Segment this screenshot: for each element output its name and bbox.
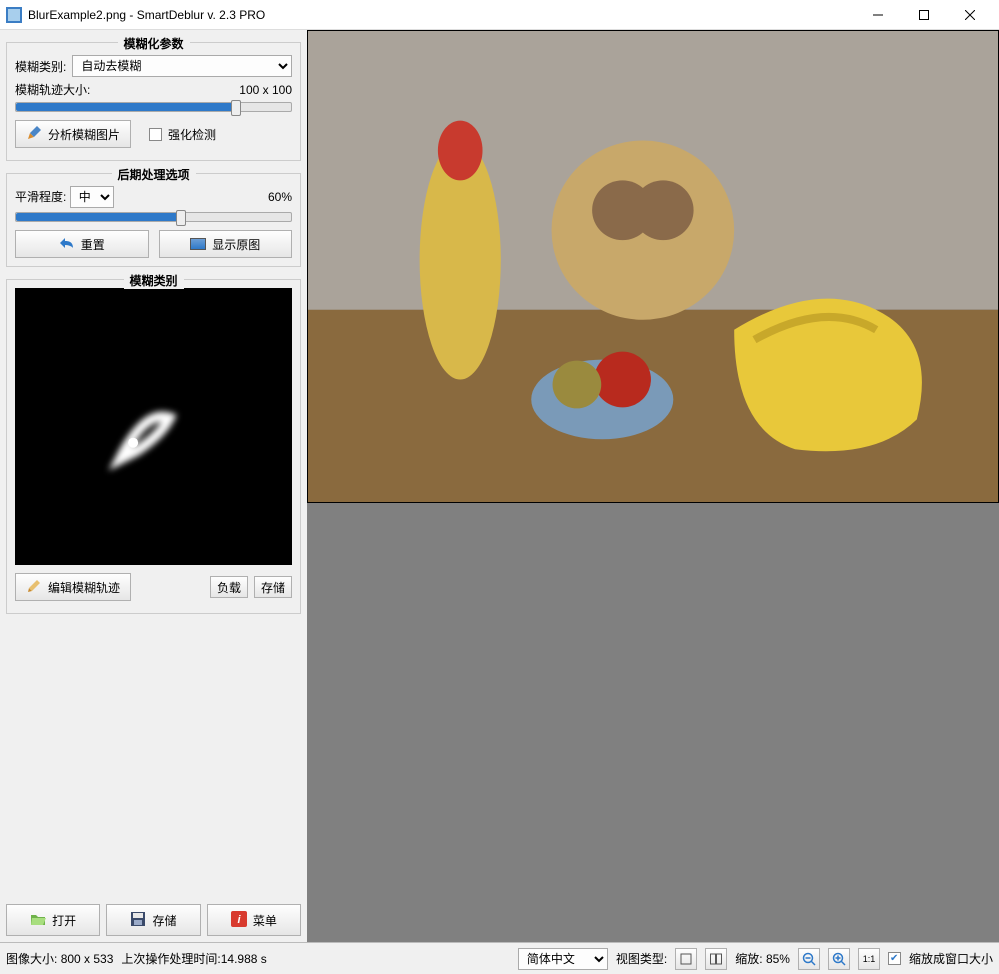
zoom-in-button[interactable] [828,948,850,970]
smooth-value: 60% [268,190,292,204]
reset-button[interactable]: 重置 [15,230,149,258]
blur-type-select[interactable]: 自动去模糊 [72,55,292,77]
smooth-label: 平滑程度: [15,190,66,204]
zoom-label: 缩放: 85% [735,950,790,967]
smooth-slider[interactable] [15,212,292,222]
image-size: 图像大小: 800 x 533 [6,950,113,967]
info-icon: i [231,911,247,930]
panel-title: 模糊类别 [123,272,183,289]
image-icon [190,238,206,250]
analyze-icon [26,125,42,144]
view-type-label: 视图类型: [616,950,667,967]
blur-size-value: 100 x 100 [239,83,292,97]
close-button[interactable] [947,0,993,30]
save-kernel-button[interactable]: 存储 [254,576,292,598]
undo-icon [59,235,75,254]
panel-title: 后期处理选项 [111,166,195,183]
minimize-button[interactable] [855,0,901,30]
statusbar: 图像大小: 800 x 533 上次操作处理时间:14.988 s 简体中文 视… [0,942,999,974]
kernel-panel: 模糊类别 编辑模糊轨迹 负载 存储 [6,279,301,614]
fit-window-label: 缩放成窗口大小 [909,950,993,967]
view-type-split[interactable] [705,948,727,970]
floppy-icon [130,911,146,930]
titlebar: BlurExample2.png - SmartDeblur v. 2.3 PR… [0,0,999,30]
post-process-panel: 后期处理选项 平滑程度: 中 60% 重置 [6,173,301,267]
view-type-single[interactable] [675,948,697,970]
last-op-time: 上次操作处理时间:14.988 s [121,950,266,967]
maximize-button[interactable] [901,0,947,30]
language-select[interactable]: 简体中文 [518,948,608,970]
kernel-preview [15,288,292,565]
panel-title: 模糊化参数 [117,35,189,52]
open-button[interactable]: 打开 [6,904,100,936]
blur-size-slider[interactable] [15,102,292,112]
sidebar: 模糊化参数 模糊类别: 自动去模糊 模糊轨迹大小: 100 x 100 [0,30,307,942]
blur-type-label: 模糊类别: [15,58,66,75]
menu-button[interactable]: i 菜单 [207,904,301,936]
app-icon [6,7,22,23]
blur-params-panel: 模糊化参数 模糊类别: 自动去模糊 模糊轨迹大小: 100 x 100 [6,42,301,161]
analyze-button[interactable]: 分析模糊图片 [15,120,131,148]
zoom-actual-button[interactable]: 1:1 [858,948,880,970]
load-kernel-button[interactable]: 负载 [210,576,248,598]
smooth-level-select[interactable]: 中 [70,186,114,208]
fit-window-checkbox[interactable] [888,952,901,965]
edit-kernel-button[interactable]: 编辑模糊轨迹 [15,573,131,601]
folder-open-icon [30,911,46,930]
window-title: BlurExample2.png - SmartDeblur v. 2.3 PR… [28,8,855,22]
save-button[interactable]: 存储 [106,904,200,936]
pencil-icon [26,578,42,597]
image-viewport[interactable] [307,30,999,942]
enhance-label: 强化检测 [168,126,216,143]
image-content [307,30,999,503]
blur-size-label: 模糊轨迹大小: [15,81,90,98]
main-area: 模糊化参数 模糊类别: 自动去模糊 模糊轨迹大小: 100 x 100 [0,30,999,942]
zoom-out-button[interactable] [798,948,820,970]
enhance-checkbox[interactable] [149,128,162,141]
show-original-button[interactable]: 显示原图 [159,230,293,258]
sidebar-bottom-buttons: 打开 存储 i 菜单 [6,904,301,936]
